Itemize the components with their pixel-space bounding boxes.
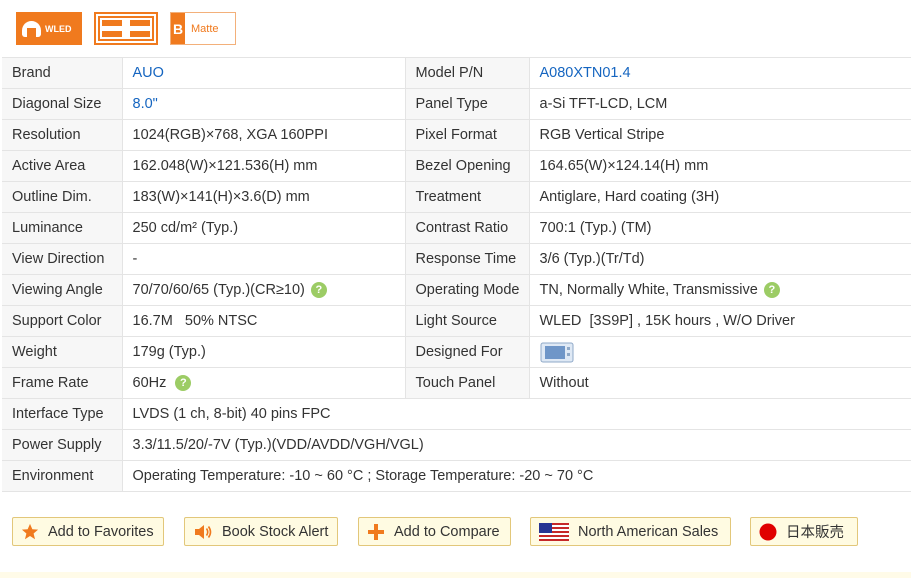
help-icon[interactable]: ? (175, 375, 192, 392)
north-american-sales-button[interactable]: North American Sales (530, 517, 731, 546)
spec-value: 250 cd/m² (Typ.) (122, 212, 406, 244)
table-row: Environment Operating Temperature: -10 ~… (2, 460, 911, 492)
table-row: Interface Type LVDS (1 ch, 8-bit) 40 pin… (2, 398, 911, 430)
table-row: Support Color 16.7M 50% NTSC Light Sourc… (2, 305, 911, 337)
spec-value: a-Si TFT-LCD, LCM (529, 88, 911, 120)
spec-value: 3/6 (Typ.)(Tr/Td) (529, 243, 911, 275)
table-row: Luminance 250 cd/m² (Typ.) Contrast Rati… (2, 212, 911, 244)
feature-badges: WLED B Matte (16, 12, 236, 45)
wled-badge-label: WLED (45, 23, 72, 34)
table-row: Frame Rate 60Hz? Touch Panel Without (2, 367, 911, 399)
add-to-compare-button[interactable]: Add to Compare (358, 517, 511, 546)
spec-label: Response Time (405, 243, 530, 275)
book-stock-alert-label: Book Stock Alert (222, 523, 329, 540)
add-to-favorites-label: Add to Favorites (48, 523, 154, 540)
spec-value: 16.7M 50% NTSC (122, 305, 406, 337)
spec-value: 700:1 (Typ.) (TM) (529, 212, 911, 244)
spec-label: Viewing Angle (2, 274, 123, 306)
spec-value: 179g (Typ.) (122, 336, 406, 368)
matte-badge-letter: B (171, 13, 185, 44)
spec-value: RGB Vertical Stripe (529, 119, 911, 151)
spec-value: WLED [3S9P] , 15K hours , W/O Driver (529, 305, 911, 337)
spec-value: Antiglare, Hard coating (3H) (529, 181, 911, 213)
diagonal-link[interactable]: 8.0" (122, 88, 406, 120)
help-icon[interactable]: ? (763, 282, 780, 299)
add-to-compare-label: Add to Compare (394, 523, 500, 540)
spec-label: Outline Dim. (2, 181, 123, 213)
spec-label: Power Supply (2, 429, 123, 461)
spec-label: Pixel Format (405, 119, 530, 151)
north-american-sales-label: North American Sales (578, 523, 719, 540)
japan-sales-button[interactable]: 日本販売 (750, 517, 858, 546)
table-row: Weight 179g (Typ.) Designed For (2, 336, 911, 368)
spec-value-cell (529, 336, 911, 368)
spec-value: 1024(RGB)×768, XGA 160PPI (122, 119, 406, 151)
action-bar: Add to Favorites Book Stock Alert Add to… (12, 517, 858, 546)
spec-value: 3.3/11.5/20/-7V (Typ.)(VDD/AVDD/VGH/VGL) (122, 429, 911, 461)
spec-value: Operating Temperature: -10 ~ 60 °C ; Sto… (122, 460, 911, 492)
frame-icon (98, 16, 154, 41)
spec-label: Resolution (2, 119, 123, 151)
spec-label: Luminance (2, 212, 123, 244)
table-row: Resolution 1024(RGB)×768, XGA 160PPI Pix… (2, 119, 911, 151)
footer-strip (0, 572, 911, 578)
table-row: View Direction - Response Time 3/6 (Typ.… (2, 243, 911, 275)
industrial-display-icon[interactable] (540, 340, 574, 364)
spec-value: TN, Normally White, Transmissive (539, 281, 758, 298)
frame-badge (94, 12, 158, 45)
add-to-favorites-button[interactable]: Add to Favorites (12, 517, 164, 546)
spec-value: 183(W)×141(H)×3.6(D) mm (122, 181, 406, 213)
book-stock-alert-button[interactable]: Book Stock Alert (184, 517, 338, 546)
spec-value: 164.65(W)×124.14(H) mm (529, 150, 911, 182)
table-row: Power Supply 3.3/11.5/20/-7V (Typ.)(VDD/… (2, 429, 911, 461)
us-flag-icon (539, 522, 569, 541)
spec-value: 70/70/60/65 (Typ.)(CR≥10) (132, 281, 305, 298)
speaker-icon (195, 524, 212, 539)
table-row: Diagonal Size 8.0" Panel Type a-Si TFT-L… (2, 88, 911, 120)
japan-sales-label: 日本販売 (786, 525, 844, 541)
spec-value: 162.048(W)×121.536(H) mm (122, 150, 406, 182)
spec-label: Contrast Ratio (405, 212, 530, 244)
spec-value: - (122, 243, 406, 275)
help-icon[interactable]: ? (310, 282, 327, 299)
table-row: Outline Dim. 183(W)×141(H)×3.6(D) mm Tre… (2, 181, 911, 213)
spec-label: Active Area (2, 150, 123, 182)
model-link[interactable]: A080XTN01.4 (529, 57, 911, 89)
spec-label: Environment (2, 460, 123, 492)
spec-table: Brand AUO Model P/N A080XTN01.4 Diagonal… (2, 57, 911, 492)
spec-value-cell: 70/70/60/65 (Typ.)(CR≥10)? (122, 274, 406, 306)
star-icon (21, 523, 39, 539)
spec-value: 60Hz (132, 374, 167, 391)
spec-value-cell: TN, Normally White, Transmissive? (529, 274, 911, 306)
spec-label: Brand (2, 57, 123, 89)
spec-label: Diagonal Size (2, 88, 123, 120)
spec-label: Treatment (405, 181, 530, 213)
table-row: Active Area 162.048(W)×121.536(H) mm Bez… (2, 150, 911, 182)
spec-label: Designed For (405, 336, 530, 368)
spec-value: Without (529, 367, 911, 399)
spec-label: Light Source (405, 305, 530, 337)
japan-flag-icon (759, 523, 777, 540)
brand-link[interactable]: AUO (122, 57, 406, 89)
table-row: Brand AUO Model P/N A080XTN01.4 (2, 57, 911, 89)
spec-label: Panel Type (405, 88, 530, 120)
bulb-icon (22, 20, 41, 37)
wled-badge: WLED (16, 12, 82, 45)
spec-label: Operating Mode (405, 274, 530, 306)
spec-label: Weight (2, 336, 123, 368)
spec-label: Frame Rate (2, 367, 123, 399)
table-row: Viewing Angle 70/70/60/65 (Typ.)(CR≥10)?… (2, 274, 911, 306)
spec-label: Model P/N (405, 57, 530, 89)
spec-label: Bezel Opening (405, 150, 530, 182)
spec-label: Support Color (2, 305, 123, 337)
matte-badge: B Matte (170, 12, 236, 45)
plus-icon (368, 523, 384, 540)
spec-label: Touch Panel (405, 367, 530, 399)
spec-value: LVDS (1 ch, 8-bit) 40 pins FPC (122, 398, 911, 430)
spec-label: Interface Type (2, 398, 123, 430)
spec-value-cell: 60Hz? (122, 367, 406, 399)
matte-badge-label: Matte (191, 22, 219, 35)
spec-label: View Direction (2, 243, 123, 275)
